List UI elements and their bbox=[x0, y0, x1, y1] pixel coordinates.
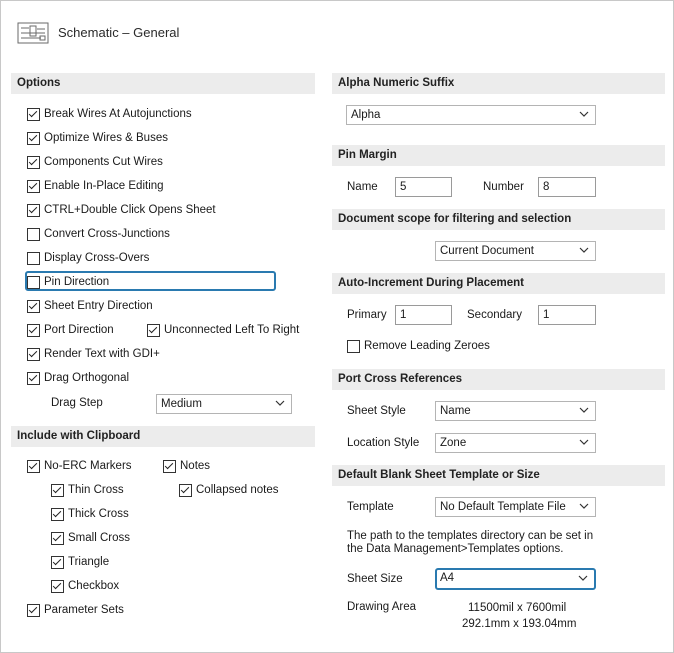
port-direction-checkbox[interactable]: Port Direction bbox=[27, 322, 114, 338]
auto-increment-section-header: Auto-Increment During Placement bbox=[332, 273, 665, 294]
secondary-input[interactable]: 1 bbox=[538, 305, 596, 325]
location-style-label: Location Style bbox=[347, 437, 420, 449]
small-cross-checkbox[interactable]: Small Cross bbox=[51, 530, 130, 546]
drawing-area-mm: 292.1mm x 193.04mm bbox=[462, 618, 577, 630]
parameter-sets-checkbox[interactable]: Parameter Sets bbox=[27, 602, 124, 618]
drag-step-dropdown[interactable]: Medium bbox=[156, 394, 292, 414]
thin-cross-checkbox[interactable]: Thin Cross bbox=[51, 482, 124, 498]
notes-checkbox[interactable]: Notes bbox=[163, 458, 210, 474]
triangle-checkbox[interactable]: Triangle bbox=[51, 554, 109, 570]
chevron-down-icon bbox=[579, 503, 589, 509]
sheet-entry-direction-checkbox[interactable]: Sheet Entry Direction bbox=[27, 298, 153, 314]
convert-cross-junctions-checkbox[interactable]: Convert Cross-Junctions bbox=[27, 226, 170, 242]
pin-margin-section-header: Pin Margin bbox=[332, 145, 665, 166]
alpha-suffix-dropdown[interactable]: Alpha bbox=[346, 105, 596, 125]
port-cross-section-header: Port Cross References bbox=[332, 369, 665, 390]
sheet-style-dropdown[interactable]: Name bbox=[435, 401, 596, 421]
alpha-suffix-section-header: Alpha Numeric Suffix bbox=[332, 73, 665, 94]
template-dropdown[interactable]: No Default Template File bbox=[435, 497, 596, 517]
drawing-area-mil: 11500mil x 7600mil bbox=[468, 602, 567, 614]
document-scope-dropdown[interactable]: Current Document bbox=[435, 241, 596, 261]
sheet-size-dropdown[interactable]: A4 bbox=[435, 568, 596, 590]
drag-orthogonal-checkbox[interactable]: Drag Orthogonal bbox=[27, 370, 129, 386]
chevron-down-icon bbox=[579, 111, 589, 117]
pin-margin-number-input[interactable]: 8 bbox=[538, 177, 596, 197]
template-label: Template bbox=[347, 501, 394, 513]
display-cross-overs-checkbox[interactable]: Display Cross-Overs bbox=[27, 250, 149, 266]
template-section-header: Default Blank Sheet Template or Size bbox=[332, 465, 665, 486]
pin-margin-name-input[interactable]: 5 bbox=[395, 177, 452, 197]
primary-input[interactable]: 1 bbox=[395, 305, 452, 325]
render-text-gdi-checkbox[interactable]: Render Text with GDI+ bbox=[27, 346, 160, 362]
chevron-down-icon bbox=[579, 407, 589, 413]
template-path-note-line2: the Data Management>Templates options. bbox=[347, 543, 564, 555]
drawing-area-label: Drawing Area bbox=[347, 601, 417, 613]
document-scope-section-header: Document scope for filtering and selecti… bbox=[332, 209, 665, 230]
remove-leading-zeroes-checkbox[interactable]: Remove Leading Zeroes bbox=[347, 338, 490, 354]
drag-step-label: Drag Step bbox=[51, 397, 103, 409]
chevron-down-icon bbox=[579, 439, 589, 445]
optimize-wires-checkbox[interactable]: Optimize Wires & Buses bbox=[27, 130, 168, 146]
clipboard-section-header: Include with Clipboard bbox=[11, 426, 315, 447]
template-path-note-line1: The path to the templates directory can … bbox=[347, 530, 594, 542]
schematic-document-icon bbox=[17, 22, 49, 44]
primary-label: Primary bbox=[347, 309, 387, 321]
collapsed-notes-checkbox[interactable]: Collapsed notes bbox=[179, 482, 278, 498]
preferences-page: Schematic – General Options Break Wires … bbox=[0, 0, 674, 653]
page-title: Schematic – General bbox=[58, 25, 180, 40]
chevron-down-icon bbox=[579, 247, 589, 253]
checkbox-marker-checkbox[interactable]: Checkbox bbox=[51, 578, 119, 594]
options-section-header: Options bbox=[11, 73, 315, 94]
location-style-dropdown[interactable]: Zone bbox=[435, 433, 596, 453]
components-cut-wires-checkbox[interactable]: Components Cut Wires bbox=[27, 154, 163, 170]
thick-cross-checkbox[interactable]: Thick Cross bbox=[51, 506, 129, 522]
sheet-style-label: Sheet Style bbox=[347, 405, 406, 417]
unconnected-left-to-right-checkbox[interactable]: Unconnected Left To Right bbox=[147, 322, 299, 338]
chevron-down-icon bbox=[578, 575, 588, 581]
sheet-size-label: Sheet Size bbox=[347, 573, 403, 585]
break-wires-checkbox[interactable]: Break Wires At Autojunctions bbox=[27, 106, 192, 122]
no-erc-markers-checkbox[interactable]: No-ERC Markers bbox=[27, 458, 132, 474]
ctrl-double-click-checkbox[interactable]: CTRL+Double Click Opens Sheet bbox=[27, 202, 216, 218]
pin-margin-number-label: Number bbox=[483, 181, 524, 193]
chevron-down-icon bbox=[275, 400, 285, 406]
pin-direction-checkbox[interactable]: Pin Direction bbox=[27, 274, 109, 290]
secondary-label: Secondary bbox=[467, 309, 522, 321]
pin-margin-name-label: Name bbox=[347, 181, 378, 193]
enable-in-place-editing-checkbox[interactable]: Enable In-Place Editing bbox=[27, 178, 164, 194]
